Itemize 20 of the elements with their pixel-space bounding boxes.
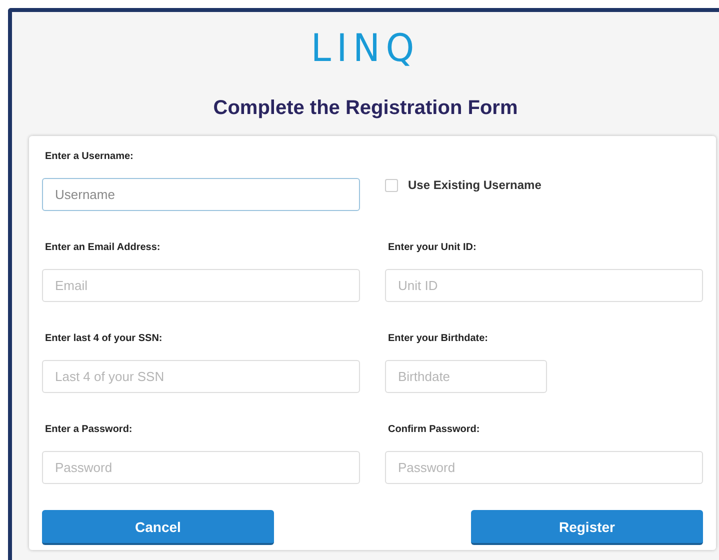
field-label: Enter your Birthdate: <box>388 333 490 345</box>
field-label: Enter your Unit ID: <box>388 242 478 254</box>
field-label: Enter a Password: <box>45 424 134 436</box>
form-title: Complete the Registration Form <box>213 96 518 120</box>
input-field[interactable]: Email <box>42 269 360 302</box>
register-button[interactable]: Register <box>471 510 703 545</box>
input-field[interactable]: Username <box>42 178 360 211</box>
cancel-button[interactable]: Cancel <box>42 510 274 545</box>
input-field[interactable]: Password <box>385 451 703 484</box>
input-field[interactable]: Last 4 of your SSN <box>42 360 360 393</box>
field-label: Enter a Username: <box>45 151 134 163</box>
field-label: Confirm Password: <box>388 424 481 436</box>
date-field[interactable]: Birthdate <box>385 360 547 393</box>
logo: LINQ <box>311 26 420 70</box>
field-label: Enter last 4 of your SSN: <box>45 333 164 345</box>
input-field[interactable]: Unit ID <box>385 269 703 302</box>
field-label: Enter an Email Address: <box>45 242 162 254</box>
input-field[interactable]: Password <box>42 451 360 484</box>
checkbox[interactable] <box>385 178 398 192</box>
checkbox-label: Use Existing Username <box>408 178 542 192</box>
